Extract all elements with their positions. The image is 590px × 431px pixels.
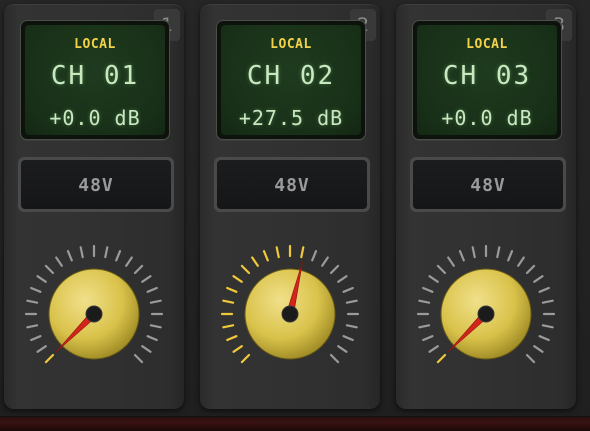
gain-scale-tick [337, 275, 348, 283]
rack-bottom-rail [0, 416, 590, 431]
channel-rack: 1 LOCAL CH 01 +0.0 dB 48V 2 LOCAL CH 02 … [0, 0, 590, 430]
knob-hub [85, 305, 103, 323]
gain-knob[interactable] [215, 236, 365, 386]
gain-scale-tick [418, 324, 431, 329]
gain-scale-tick [36, 275, 47, 283]
input-source-label: LOCAL [466, 37, 508, 52]
gain-scale-tick [79, 246, 84, 259]
channel-strip-2: 2 LOCAL CH 02 +27.5 dB 48V [200, 4, 380, 409]
gain-scale-tick [533, 275, 544, 283]
gain-scale-tick [342, 286, 354, 293]
gain-scale-tick [447, 256, 455, 267]
gain-scale-tick [149, 324, 162, 329]
gain-scale-tick [262, 250, 269, 262]
gain-readout: +27.5 dB [238, 106, 344, 130]
gain-scale-tick [329, 353, 340, 364]
gain-scale-tick [146, 335, 158, 342]
gain-scale-tick [44, 353, 55, 364]
phantom-power-label: 48V [470, 175, 506, 196]
gain-scale-tick [345, 324, 358, 329]
gain-scale-tick [251, 256, 259, 267]
gain-scale-tick [517, 256, 525, 267]
gain-scale-tick [141, 345, 152, 353]
gain-scale-tick [538, 286, 550, 293]
gain-scale-tick [422, 335, 434, 342]
gain-scale-tick [496, 246, 501, 259]
gain-scale-tick [232, 275, 243, 283]
gain-scale-tick [26, 324, 39, 329]
gain-scale-tick [538, 335, 550, 342]
knob-hub [477, 305, 495, 323]
gain-knob[interactable] [411, 236, 561, 386]
phantom-power-button[interactable]: 48V [410, 157, 566, 212]
gain-readout: +0.0 dB [441, 106, 533, 130]
gain-scale-tick [471, 246, 476, 259]
gain-scale-tick [133, 353, 144, 364]
gain-scale-tick [222, 299, 235, 304]
gain-scale-tick [418, 299, 431, 304]
gain-scale-tick [337, 345, 348, 353]
gain-scale-tick [541, 299, 554, 304]
gain-scale-tick [311, 250, 318, 262]
gain-scale-tick [321, 256, 329, 267]
gain-scale-tick [428, 345, 439, 353]
gain-scale-tick [226, 286, 238, 293]
gain-scale-tick [44, 264, 55, 275]
gain-scale-tick [329, 264, 340, 275]
gain-scale-tick [458, 250, 465, 262]
gain-scale-tick [541, 324, 554, 329]
gain-scale-tick [300, 246, 305, 259]
gain-scale-tick [422, 286, 434, 293]
gain-scale-tick [428, 275, 439, 283]
gain-scale-tick [525, 353, 536, 364]
gain-scale-tick [141, 275, 152, 283]
channel-strip-1: 1 LOCAL CH 01 +0.0 dB 48V [4, 4, 184, 409]
gain-scale-tick [240, 264, 251, 275]
gain-scale-tick [104, 246, 109, 259]
gain-scale-tick [436, 353, 447, 364]
phantom-power-button[interactable]: 48V [18, 157, 174, 212]
gain-scale-tick [232, 345, 243, 353]
gain-scale-tick [222, 324, 235, 329]
gain-scale-tick [345, 299, 358, 304]
gain-scale-tick [125, 256, 133, 267]
gain-scale-tick [36, 345, 47, 353]
gain-scale-tick [436, 264, 447, 275]
channel-name-label: CH 01 [50, 61, 140, 91]
gain-scale-tick [226, 335, 238, 342]
gain-scale-tick [507, 250, 514, 262]
channel-lcd-display: LOCAL CH 01 +0.0 dB [20, 20, 170, 140]
gain-scale-tick [342, 335, 354, 342]
gain-scale-tick [30, 335, 42, 342]
gain-readout: +0.0 dB [49, 106, 141, 130]
gain-scale-tick [133, 264, 144, 275]
input-source-label: LOCAL [270, 37, 312, 52]
gain-scale-tick [55, 256, 63, 267]
gain-scale-tick [146, 286, 158, 293]
gain-scale-tick [115, 250, 122, 262]
gain-scale-tick [240, 353, 251, 364]
channel-lcd-display: LOCAL CH 02 +27.5 dB [216, 20, 366, 140]
channel-lcd-display: LOCAL CH 03 +0.0 dB [412, 20, 562, 140]
channel-strip-3: 3 LOCAL CH 03 +0.0 dB 48V [396, 4, 576, 409]
knob-hub [281, 305, 299, 323]
phantom-power-label: 48V [274, 175, 310, 196]
gain-scale-tick [26, 299, 39, 304]
gain-scale-tick [275, 246, 280, 259]
input-source-label: LOCAL [74, 37, 116, 52]
gain-scale-tick [149, 299, 162, 304]
gain-scale-tick [66, 250, 73, 262]
phantom-power-label: 48V [78, 175, 114, 196]
phantom-power-button[interactable]: 48V [214, 157, 370, 212]
gain-scale-tick [525, 264, 536, 275]
gain-scale-tick [30, 286, 42, 293]
channel-name-label: CH 02 [246, 61, 336, 91]
channel-name-label: CH 03 [442, 61, 532, 91]
gain-knob[interactable] [19, 236, 169, 386]
gain-scale-tick [533, 345, 544, 353]
